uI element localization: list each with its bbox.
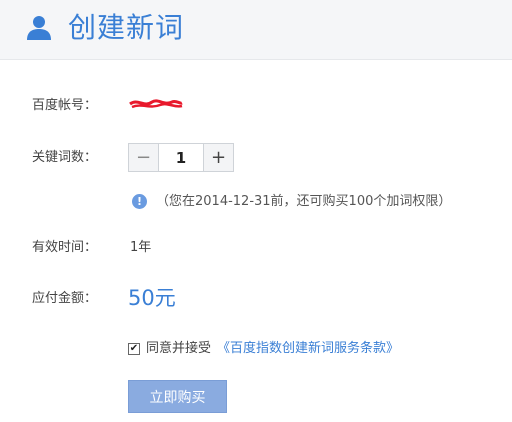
increment-button[interactable]: + (203, 144, 233, 171)
terms-link[interactable]: 《百度指数创建新词服务条款》 (217, 340, 399, 358)
keywords-label: 关键词数： (32, 150, 98, 165)
buy-now-button[interactable]: 立即购买 (128, 380, 227, 413)
quantity-value[interactable]: 1 (159, 144, 203, 171)
decrement-button[interactable]: − (129, 144, 159, 171)
agree-checkbox[interactable]: ✔ (128, 343, 140, 355)
page-header: 创建新词 (0, 0, 512, 60)
agreement-row: ✔ 同意并接受 《百度指数创建新词服务条款》 (128, 340, 399, 358)
agree-label: 同意并接受 (146, 341, 212, 356)
account-label: 百度帐号： (32, 98, 98, 113)
payment-label: 应付金额： (32, 291, 98, 306)
payment-amount: 50元 (128, 286, 176, 310)
quantity-stepper[interactable]: − 1 + (128, 143, 234, 172)
validity-label: 有效时间： (32, 240, 98, 255)
validity-value: 1年 (130, 240, 152, 255)
page-title: 创建新词 (68, 11, 185, 44)
user-icon (26, 14, 52, 40)
purchase-limit-notice: （您在2014-12-31前，还可购买100个加词权限） (156, 194, 452, 209)
info-icon: ! (132, 194, 147, 209)
redacted-account-value (128, 96, 184, 112)
